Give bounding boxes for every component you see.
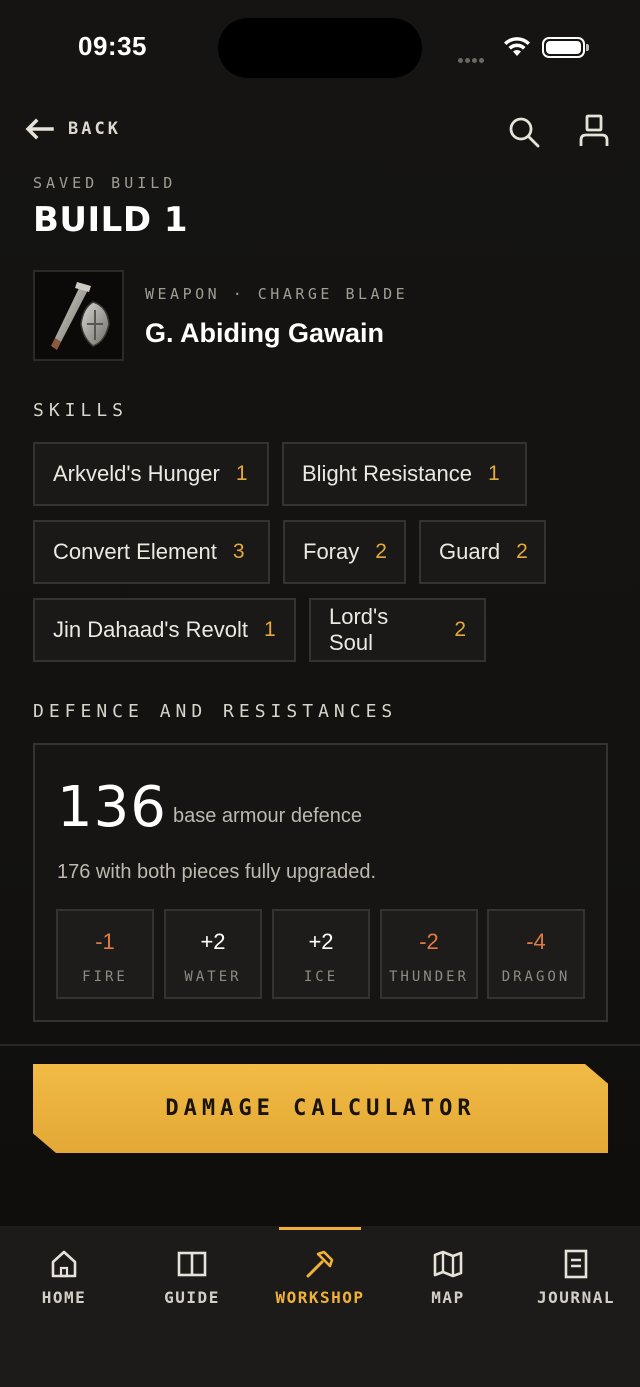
tab-workshop[interactable]: WORKSHOP — [256, 1226, 384, 1336]
back-label: BACK — [68, 119, 121, 139]
skill-chip[interactable]: Guard 2 — [419, 520, 546, 584]
defence-upgrade-note: 176 with both pieces fully upgraded. — [57, 861, 377, 883]
defence-caption: base armour defence — [173, 805, 363, 827]
resistance-name: WATER — [184, 969, 242, 985]
tab-bar: HOME GUIDE WORKSHOP MAP JOURNAL — [0, 1226, 640, 1387]
tab-home[interactable]: HOME — [0, 1226, 128, 1336]
skill-name: Foray — [303, 539, 360, 564]
workshop-icon — [306, 1250, 334, 1278]
tab-label: JOURNAL — [537, 1288, 615, 1307]
tab-guide[interactable]: GUIDE — [128, 1226, 256, 1336]
skill-level: 3 — [232, 540, 245, 563]
tab-journal[interactable]: JOURNAL — [512, 1226, 640, 1336]
weapon-thumbnail — [33, 270, 124, 361]
skill-chip[interactable]: Arkveld's Hunger 1 — [33, 442, 269, 506]
resistance-fire: -1 FIRE — [56, 909, 154, 999]
map-icon — [433, 1250, 463, 1278]
tab-label: GUIDE — [164, 1288, 220, 1307]
defence-panel: 136 base armour defence 176 with both pi… — [33, 743, 608, 1022]
profile-icon[interactable] — [578, 114, 610, 148]
search-icon[interactable] — [508, 116, 540, 148]
resistance-value: -1 — [95, 929, 115, 954]
defence-heading: DEFENCE AND RESISTANCES — [33, 701, 398, 722]
status-time: 09:35 — [78, 31, 147, 61]
resistance-name: DRAGON — [501, 969, 571, 985]
skill-chip[interactable]: Foray 2 — [283, 520, 406, 584]
weapon-name: G. Abiding Gawain — [145, 318, 385, 348]
skill-chip[interactable]: Jin Dahaad's Revolt 1 — [33, 598, 296, 662]
skill-level: 1 — [235, 462, 248, 485]
journal-icon — [564, 1249, 588, 1279]
divider — [0, 1044, 640, 1046]
guide-icon — [177, 1251, 207, 1277]
resistance-value: +2 — [200, 929, 226, 954]
weapon-meta: WEAPON · CHARGE BLADE — [145, 285, 409, 303]
resistance-name: ICE — [303, 969, 339, 985]
damage-calculator-button[interactable]: DAMAGE CALCULATOR — [33, 1064, 608, 1153]
tab-label: MAP — [431, 1288, 465, 1307]
skill-name: Jin Dahaad's Revolt — [53, 617, 248, 642]
resistance-value: +2 — [308, 929, 334, 954]
tab-label: WORKSHOP — [275, 1288, 365, 1307]
skill-chip[interactable]: Lord's Soul 2 — [309, 598, 486, 662]
dynamic-island — [218, 18, 422, 78]
home-icon — [51, 1250, 77, 1278]
skills-heading: SKILLS — [33, 400, 129, 421]
battery-icon — [542, 37, 589, 58]
defence-value: 136 — [57, 775, 167, 840]
skill-name: Arkveld's Hunger — [53, 461, 220, 486]
tab-label: HOME — [41, 1288, 87, 1307]
skill-chip[interactable]: Convert Element 3 — [33, 520, 270, 584]
skill-name: Guard — [439, 539, 501, 564]
skill-level: 1 — [263, 618, 276, 641]
skill-name: Lord's Soul — [329, 604, 389, 655]
charge-blade-icon — [51, 282, 110, 350]
damage-calculator-label: DAMAGE CALCULATOR — [165, 1096, 476, 1121]
resistance-ice: +2 ICE — [272, 909, 370, 999]
skill-level: 2 — [516, 540, 528, 563]
resistance-name: THUNDER — [388, 969, 469, 985]
saved-build-label: SAVED BUILD — [33, 174, 177, 192]
resistance-value: -4 — [526, 929, 546, 954]
skill-level: 2 — [375, 540, 387, 563]
status-bar: 09:35 — [0, 0, 640, 96]
page-title: BUILD 1 — [33, 200, 189, 240]
skill-level: 1 — [487, 462, 500, 485]
skill-chip[interactable]: Blight Resistance 1 — [282, 442, 527, 506]
resistance-water: +2 WATER — [164, 909, 262, 999]
resistance-value: -2 — [419, 929, 439, 954]
skill-name: Convert Element — [53, 539, 217, 564]
cellular-signal-icon — [458, 50, 486, 68]
active-tab-indicator — [279, 1227, 361, 1230]
skill-level: 2 — [454, 618, 466, 641]
resistance-name: FIRE — [82, 969, 128, 985]
resistance-dragon: -4 DRAGON — [487, 909, 585, 999]
back-arrow-icon — [25, 118, 54, 140]
weapon-card[interactable]: WEAPON · CHARGE BLADE G. Abiding Gawain — [33, 270, 613, 362]
skill-name: Blight Resistance — [302, 461, 472, 486]
resistance-thunder: -2 THUNDER — [380, 909, 478, 999]
top-navigation: BACK — [0, 108, 640, 152]
tab-map[interactable]: MAP — [384, 1226, 512, 1336]
back-button[interactable]: BACK — [24, 118, 121, 140]
wifi-icon — [504, 37, 530, 56]
